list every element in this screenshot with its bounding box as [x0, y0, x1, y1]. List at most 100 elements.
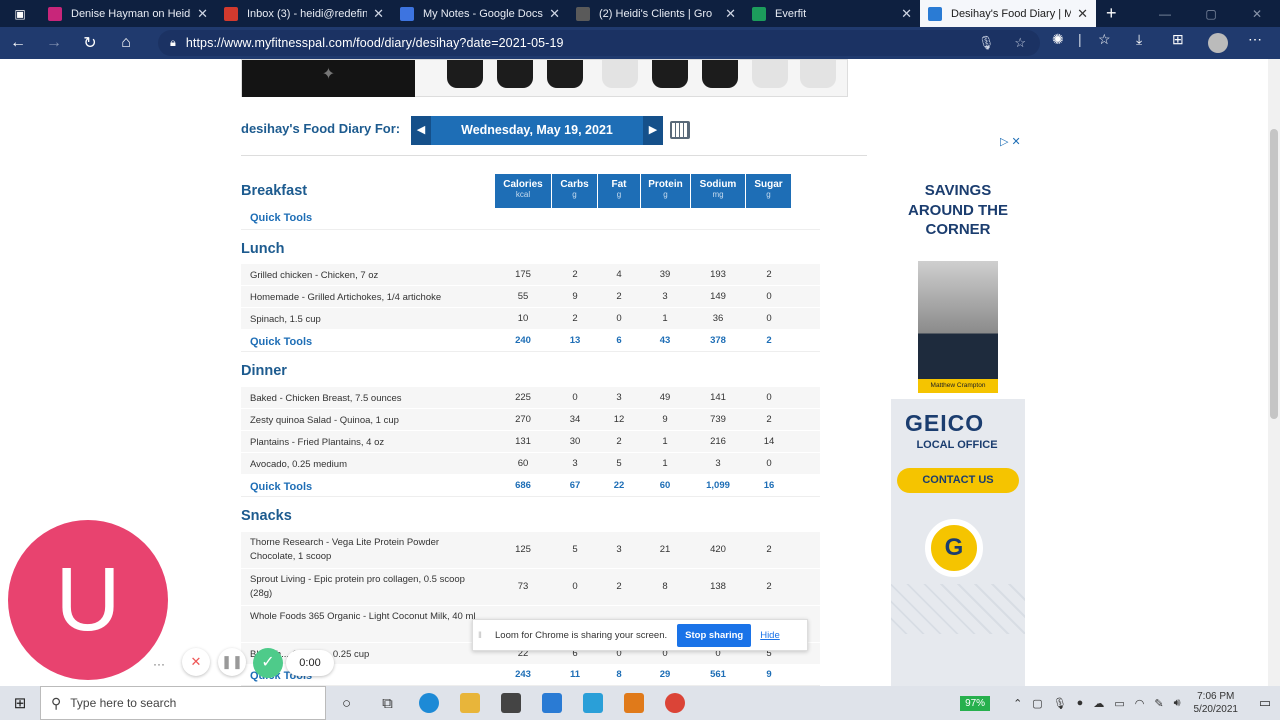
next-day-icon[interactable]: ▶	[643, 116, 663, 145]
mail-icon[interactable]	[531, 686, 572, 720]
favorites-icon[interactable]: ☆	[1098, 31, 1111, 48]
search-placeholder[interactable]: Type here to search	[70, 696, 176, 710]
food-row[interactable]: Baked - Chicken Breast, 7.5 ounces 225 0…	[241, 387, 820, 409]
more-options-icon[interactable]: ···	[153, 657, 165, 671]
notifications-icon[interactable]: ▭	[1250, 695, 1280, 711]
back-icon[interactable]: ←	[0, 34, 36, 52]
food-name[interactable]: Homemade - Grilled Artichokes, 1/4 artic…	[250, 291, 482, 305]
food-row[interactable]: Spinach, 1.5 cup 10 2 0 1 36 0	[241, 308, 820, 330]
loom-camera-avatar[interactable]: U	[8, 520, 168, 680]
food-name[interactable]: Whole Foods 365 Organic - Light Coconut …	[250, 610, 482, 624]
battery-indicator[interactable]: 97%	[960, 695, 991, 711]
lock-icon[interactable]: 🔒︎	[170, 37, 176, 50]
ad-choices-close-icon[interactable]: ▷ ✕	[1000, 135, 1021, 148]
cancel-recording-icon[interactable]: ✕	[182, 648, 210, 676]
maximize-icon[interactable]: ▢	[1188, 7, 1234, 21]
column-header-protein: Protein g	[641, 174, 690, 208]
food-name[interactable]: Spinach, 1.5 cup	[250, 313, 482, 327]
chevron-up-icon[interactable]: ⌃	[1013, 697, 1022, 710]
food-row[interactable]: Thorne Research - Vega Lite Protein Powd…	[241, 532, 820, 569]
microphone-tray-icon[interactable]: 🎙︎	[1053, 697, 1067, 710]
cortana-icon[interactable]: ○	[326, 695, 367, 712]
minimize-icon[interactable]: —	[1142, 7, 1188, 21]
page-scrollbar[interactable]	[1268, 59, 1280, 686]
tab-5[interactable]: Desihay's Food Diary | MyFi ✕	[920, 0, 1096, 27]
clock[interactable]: 7:06 PM 5/20/2021	[1194, 690, 1239, 716]
file-explorer-icon[interactable]	[449, 686, 490, 720]
scrollbar-thumb[interactable]	[1270, 129, 1278, 419]
profile-avatar[interactable]	[1208, 33, 1228, 53]
task-view-icon[interactable]: ⧉	[367, 695, 408, 712]
tab-3[interactable]: (2) Heidi's Clients | Gro ✕	[568, 0, 744, 27]
close-icon[interactable]: ✕	[901, 6, 912, 22]
close-window-icon[interactable]: ✕	[1234, 7, 1280, 21]
pen-icon[interactable]: ✎	[1154, 697, 1163, 710]
favorite-star-icon[interactable]: ☆	[1014, 35, 1026, 51]
food-name[interactable]: Avocado, 0.25 medium	[250, 458, 482, 472]
close-icon[interactable]: ✕	[197, 6, 208, 22]
microphone-icon[interactable]: 🎙︎	[978, 35, 995, 51]
loom-sharing-banner: ‖ Loom for Chrome is sharing your screen…	[472, 619, 808, 651]
cloud-icon[interactable]: ☁︎	[1093, 697, 1104, 710]
window-menu-icon[interactable]: ▣	[0, 0, 40, 27]
address-bar[interactable]: 🔒︎ https://www.myfitnesspal.com/food/dia…	[158, 30, 1040, 56]
collections-icon[interactable]: ⊞	[1172, 31, 1184, 48]
new-tab-icon[interactable]: +	[1106, 3, 1117, 24]
food-name[interactable]: Thorne Research - Vega Lite Protein Powd…	[250, 536, 482, 564]
tab-4[interactable]: Everfit ✕	[744, 0, 920, 27]
downloads-icon[interactable]: ⤓	[1136, 31, 1142, 48]
food-name[interactable]: Plantains - Fried Plantains, 4 oz	[250, 436, 482, 450]
taskbar-search-box[interactable]: ⚲ Type here to search	[40, 686, 326, 720]
chrome-icon[interactable]	[654, 686, 695, 720]
tab-2[interactable]: My Notes - Google Docs ✕	[392, 0, 568, 27]
ad-headline[interactable]: SAVINGS AROUND THE CORNER	[896, 181, 1020, 240]
food-row[interactable]: Zesty quinoa Salad - Quinoa, 1 cup 270 3…	[241, 409, 820, 431]
previous-day-icon[interactable]: ◀	[411, 116, 431, 145]
more-menu-icon[interactable]: ⋯	[1248, 31, 1262, 48]
agent-photo[interactable]	[918, 261, 998, 393]
quick-tools-link[interactable]: Quick Tools	[250, 669, 482, 683]
food-name[interactable]: Sprout Living - Epic protein pro collage…	[250, 573, 482, 601]
forward-icon[interactable]: →	[36, 34, 72, 52]
store-icon[interactable]	[490, 686, 531, 720]
windows-start-icon[interactable]: ⊞	[0, 694, 40, 712]
close-icon[interactable]: ✕	[549, 6, 560, 22]
volume-icon[interactable]: 🔊︎	[1174, 697, 1181, 710]
contact-us-button[interactable]: CONTACT US	[897, 468, 1019, 493]
food-name[interactable]: Bl... Ch... Cherries, 0.25 cup	[250, 648, 482, 662]
battery-icon[interactable]: ▭	[1114, 697, 1124, 710]
food-row[interactable]: Sprout Living - Epic protein pro collage…	[241, 569, 820, 606]
close-icon[interactable]: ✕	[373, 6, 384, 22]
home-icon[interactable]: ⌂	[108, 34, 144, 52]
app-l-icon[interactable]	[572, 686, 613, 720]
quick-tools-link[interactable]: Quick Tools	[250, 212, 312, 224]
food-name[interactable]: Grilled chicken - Chicken, 7 oz	[250, 269, 482, 283]
food-row[interactable]: Avocado, 0.25 medium 60 3 5 1 3 0	[241, 453, 820, 475]
food-name[interactable]: Zesty quinoa Salad - Quinoa, 1 cup	[250, 414, 482, 428]
wifi-icon[interactable]: ◠	[1135, 697, 1145, 710]
food-row[interactable]: Homemade - Grilled Artichokes, 1/4 artic…	[241, 286, 820, 308]
extension-icon[interactable]: ✺	[1052, 31, 1064, 48]
refresh-icon[interactable]: ↻	[72, 33, 108, 53]
finish-recording-icon[interactable]: ✓	[253, 648, 283, 678]
hide-link[interactable]: Hide	[760, 630, 780, 641]
quick-tools-link[interactable]: Quick Tools	[250, 480, 482, 494]
app-orange-icon[interactable]	[613, 686, 654, 720]
food-row[interactable]: Grilled chicken - Chicken, 7 oz 175 2 4 …	[241, 264, 820, 286]
edge-app-icon[interactable]	[408, 686, 449, 720]
drag-handle-icon[interactable]: ‖	[473, 630, 487, 641]
url-text[interactable]: https://www.myfitnesspal.com/food/diary/…	[186, 36, 564, 50]
stop-sharing-button[interactable]: Stop sharing	[677, 623, 752, 647]
close-icon[interactable]: ✕	[725, 6, 736, 22]
tab-1[interactable]: Inbox (3) - heidi@redefining ✕	[216, 0, 392, 27]
food-row[interactable]: Plantains - Fried Plantains, 4 oz 131 30…	[241, 431, 820, 453]
tab-0[interactable]: Denise Hayman on Heidi Cl ✕	[40, 0, 216, 27]
camera-tray-icon[interactable]: ●	[1077, 697, 1084, 709]
food-name[interactable]: Baked - Chicken Breast, 7.5 ounces	[250, 392, 482, 406]
clock-time: 7:06 PM	[1197, 691, 1235, 702]
close-icon[interactable]: ✕	[1077, 6, 1088, 22]
tray-app-icon[interactable]: ▢	[1032, 697, 1042, 710]
quick-tools-link[interactable]: Quick Tools	[250, 335, 482, 349]
pause-recording-icon[interactable]: ❚❚	[218, 648, 246, 676]
calendar-icon[interactable]	[670, 121, 690, 139]
